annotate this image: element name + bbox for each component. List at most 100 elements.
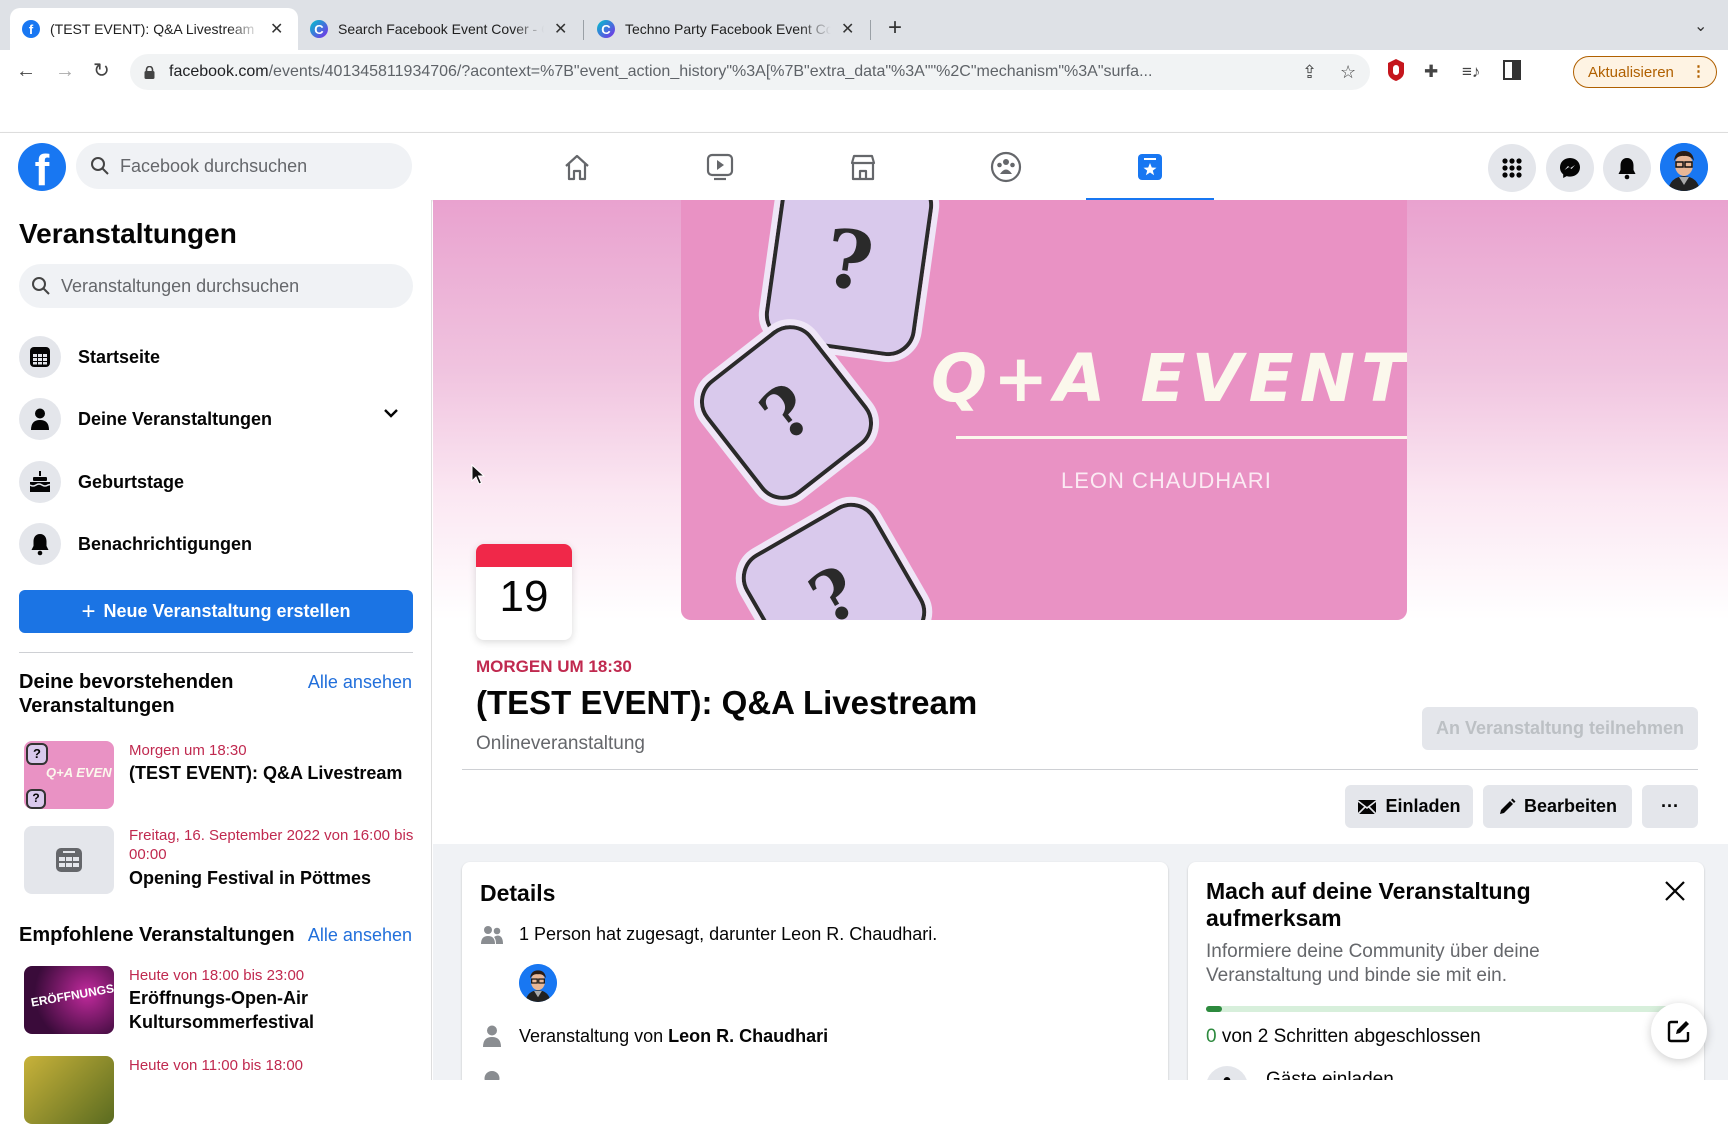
cake-icon <box>19 461 61 503</box>
tab-separator <box>870 20 871 40</box>
url-text: facebook.com/events/401345811934706/?aco… <box>169 63 1153 80</box>
chevron-down-icon[interactable] <box>383 408 399 418</box>
edit-button[interactable]: Bearbeiten <box>1483 785 1632 828</box>
close-tab-icon[interactable]: ✕ <box>270 19 283 39</box>
events-icon <box>1138 154 1162 180</box>
nav-marketplace[interactable] <box>799 141 927 193</box>
sidebar-item-label: Geburtstage <box>78 471 185 492</box>
question-bubble: ? <box>723 484 945 620</box>
new-tab-icon[interactable]: + <box>888 14 902 42</box>
people-icon <box>480 925 504 945</box>
steps-progress-fill <box>1206 1006 1222 1012</box>
attendance-row: 1 Person hat zugesagt, darunter Leon R. … <box>480 924 937 945</box>
lock-icon <box>144 65 155 79</box>
attendee-avatar[interactable] <box>519 964 557 1002</box>
calendar-icon <box>56 848 82 872</box>
nav-watch[interactable] <box>656 141 784 193</box>
person-icon <box>480 1024 504 1048</box>
upcoming-events-heading: Deine bevorstehenden Veranstaltungen <box>19 671 234 717</box>
join-event-button[interactable]: An Veranstaltung teilnehmen <box>1422 707 1698 750</box>
nav-home[interactable] <box>513 141 641 193</box>
envelope-icon <box>1357 799 1378 815</box>
home-icon <box>565 154 589 181</box>
event-name: Opening Festival in Pöttmes <box>129 868 372 888</box>
messenger-icon <box>1560 158 1580 178</box>
mouse-cursor-icon <box>471 464 485 485</box>
bell-icon <box>1618 158 1636 180</box>
update-button[interactable]: Aktualisieren ⋮ <box>1573 56 1717 88</box>
event-title: (TEST EVENT): Q&A Livestream <box>476 684 978 721</box>
date-badge: 19 <box>476 544 572 640</box>
sidebar-item-label: Benachrichtigungen <box>78 533 253 554</box>
more-options-button[interactable]: ··· <box>1642 785 1698 828</box>
bell-icon <box>19 523 61 565</box>
close-tab-icon[interactable]: ✕ <box>554 19 567 39</box>
events-sidebar: Veranstaltungen Veranstaltungen durchsuc… <box>0 200 432 1124</box>
canva-icon: C <box>597 20 615 38</box>
close-tab-icon[interactable]: ✕ <box>841 19 854 39</box>
tab-event[interactable]: f (TEST EVENT): Q&A Livestream ✕ <box>10 8 298 50</box>
kebab-menu-icon[interactable]: ⋮ <box>1691 62 1706 80</box>
host-row: Veranstaltung von Leon R. Chaudhari <box>480 1024 828 1048</box>
sidebar-item-geburtstage[interactable]: Geburtstage <box>19 457 413 507</box>
tab-title: Search Facebook Event Cover - Canva <box>338 21 544 37</box>
details-card: Details 1 Person hat zugesagt, darunter … <box>462 862 1168 1080</box>
browser-toolbar: ← → ↻ facebook.com/events/40134581193470… <box>0 50 1728 94</box>
sidebar-item-benachrichtigungen[interactable]: Benachrichtigungen <box>19 519 413 569</box>
event-thumbnail: ? ? Q+A EVEN <box>24 741 114 809</box>
media-queue-icon[interactable]: ≡♪ <box>1462 62 1480 82</box>
promote-card: Mach auf deine Veranstaltung aufmerksam … <box>1188 862 1704 1080</box>
cover-author: LEON CHAUDHARI <box>1061 468 1272 493</box>
menu-button[interactable] <box>1488 144 1536 192</box>
compose-edit-icon <box>1667 1020 1690 1043</box>
address-bar[interactable]: facebook.com/events/401345811934706/?aco… <box>130 54 1370 90</box>
notifications-button[interactable] <box>1603 144 1651 192</box>
facebook-logo[interactable]: f <box>18 143 66 191</box>
side-panel-icon[interactable] <box>1503 60 1521 80</box>
pin-icon <box>480 1070 504 1080</box>
event-hero: ? ? ? Q+A EVENT LEON CHAUDHARI 19 MORGEN… <box>433 200 1728 844</box>
messenger-button[interactable] <box>1546 144 1594 192</box>
adblock-icon[interactable] <box>1386 58 1406 82</box>
forward-icon[interactable]: → <box>55 60 75 82</box>
bookmark-star-icon[interactable]: ☆ <box>1340 62 1356 83</box>
back-icon[interactable]: ← <box>16 60 36 82</box>
sidebar-item-deine-veranstaltungen[interactable]: Deine Veranstaltungen <box>19 394 413 444</box>
account-avatar[interactable] <box>1660 143 1708 191</box>
tab-canva-techno[interactable]: C Techno Party Facebook Event Cover - Ca… <box>585 8 871 50</box>
event-name: Eröffnungs-Open-Air Kultursommerfestival <box>129 988 315 1032</box>
recommended-see-all-link[interactable]: Alle ansehen <box>308 925 412 946</box>
tab-title: (TEST EVENT): Q&A Livestream <box>50 21 255 37</box>
more-icon: ··· <box>1661 796 1679 816</box>
event-thumbnail <box>24 826 114 894</box>
create-event-button[interactable]: + Neue Veranstaltung erstellen <box>19 590 413 633</box>
sidebar-item-startseite[interactable]: Startseite <box>19 332 413 382</box>
events-search-input[interactable]: Veranstaltungen durchsuchen <box>19 264 413 308</box>
grid-menu-icon <box>1502 158 1522 178</box>
sidebar-title: Veranstaltungen <box>19 218 237 249</box>
canva-icon: C <box>310 20 328 38</box>
event-page: ? ? ? Q+A EVENT LEON CHAUDHARI 19 MORGEN… <box>433 200 1728 1080</box>
nav-groups[interactable] <box>942 141 1070 193</box>
nav-events[interactable] <box>1086 141 1214 201</box>
facebook-search-input[interactable]: Facebook durchsuchen <box>76 143 412 189</box>
host-name-link[interactable]: Leon R. Chaudhari <box>668 1026 828 1047</box>
facebook-icon: f <box>22 20 40 38</box>
date-badge-header <box>476 544 572 567</box>
tab-search-chevron-icon[interactable]: ⌄ <box>1694 16 1707 36</box>
event-date: Heute von 11:00 bis 18:00 <box>129 1057 304 1074</box>
location-row <box>480 1070 519 1080</box>
reload-icon[interactable]: ↻ <box>93 60 110 82</box>
event-date: Morgen um 18:30 <box>129 742 247 759</box>
upcoming-see-all-link[interactable]: Alle ansehen <box>308 672 412 693</box>
extensions-puzzle-icon[interactable]: ✚ <box>1424 62 1438 82</box>
step-invite-guests[interactable]: Gäste einladen <box>1206 1066 1394 1080</box>
invite-button[interactable]: Einladen <box>1345 785 1473 828</box>
divider <box>19 652 413 653</box>
share-icon[interactable]: ⇪ <box>1302 62 1317 83</box>
event-thumbnail: ERÖFFNUNGS-OPEN-AIR <box>24 966 114 1034</box>
event-type: Onlineveranstaltung <box>476 733 645 754</box>
tab-canva-search[interactable]: C Search Facebook Event Cover - Canva ✕ <box>298 8 582 50</box>
close-icon[interactable] <box>1664 880 1686 902</box>
compose-button[interactable] <box>1651 1003 1707 1059</box>
